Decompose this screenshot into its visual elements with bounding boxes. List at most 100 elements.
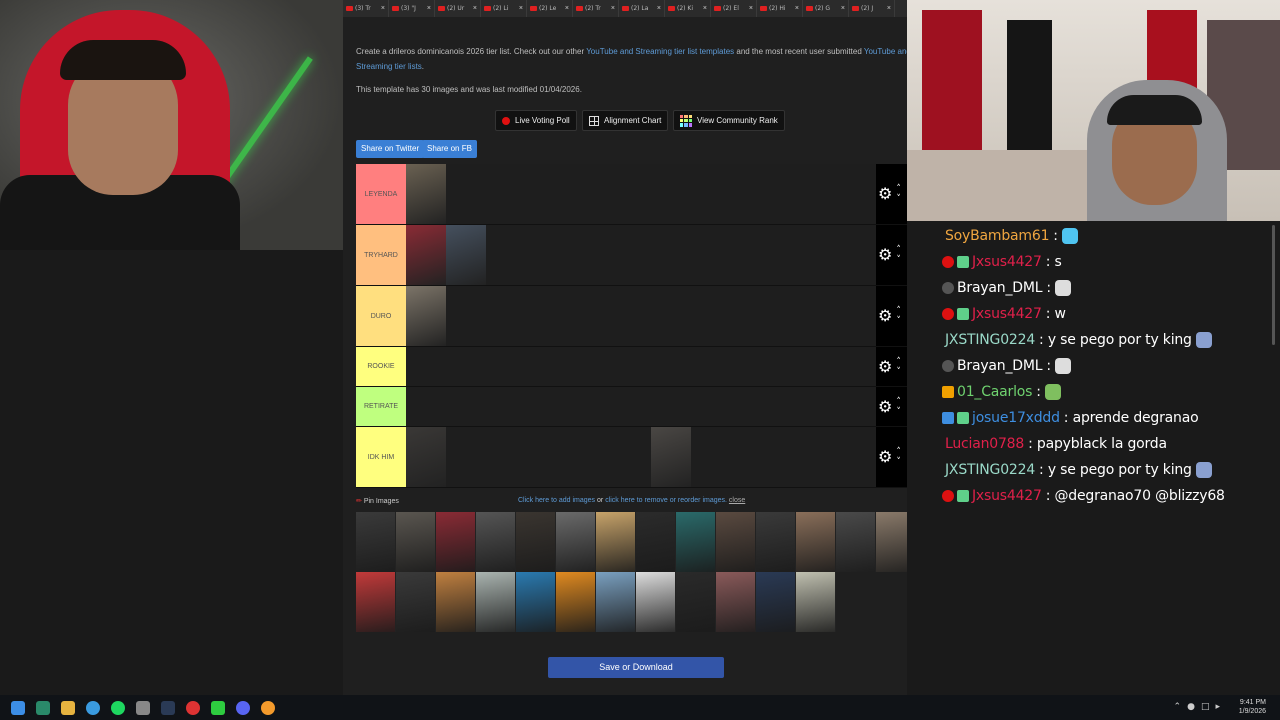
chat-username[interactable]: Jxsus4427 [972,254,1042,270]
pool-image[interactable] [756,512,796,572]
pool-image[interactable] [556,572,596,632]
chrome-icon[interactable] [261,700,275,715]
pool-image[interactable] [596,512,636,572]
browser-tab[interactable]: (2) Ur × [435,0,481,17]
steam-icon[interactable] [161,700,175,715]
pool-image[interactable] [356,572,396,632]
close-link[interactable]: close [729,497,745,504]
pool-image[interactable] [596,572,636,632]
store-icon[interactable] [36,700,50,715]
pool-image[interactable] [676,512,716,572]
tier-image[interactable] [651,427,691,487]
share-twitter-button[interactable]: Share on Twitter [356,140,425,158]
tier-label[interactable]: RETIRATE [356,387,406,426]
move-down-icon[interactable]: ˅ [896,367,901,377]
pool-image[interactable] [756,572,796,632]
pool-image[interactable] [516,512,556,572]
browser-icon[interactable] [86,700,100,715]
templates-link[interactable]: YouTube and Streaming tier list template… [586,47,734,56]
chat-username[interactable]: Brayan_DML [957,280,1043,296]
chat-username[interactable]: JXSTING0224 [945,332,1035,348]
pool-image[interactable] [716,572,756,632]
live-voting-poll-button[interactable]: Live Voting Poll [495,110,577,131]
browser-tab[interactable]: (2) Hi × [757,0,803,17]
tier-label[interactable]: TRYHARD [356,225,406,285]
pool-image[interactable] [796,572,836,632]
mic-icon[interactable]: ● [1187,702,1195,712]
browser-tab[interactable]: (3) Tr × [343,0,389,17]
move-up-icon[interactable]: ˄ [896,184,901,194]
discord-icon[interactable] [236,700,250,715]
close-tab-icon[interactable]: × [427,5,431,12]
browser-tab[interactable]: (3) "J × [389,0,435,17]
browser-tab[interactable]: (2) Ki × [665,0,711,17]
tier-image[interactable] [406,225,446,285]
gear-icon[interactable]: ⚙ [878,186,892,202]
move-up-icon[interactable]: ˄ [896,357,901,367]
gear-icon[interactable]: ⚙ [878,247,892,263]
view-community-rank-button[interactable]: View Community Rank [673,110,785,131]
move-down-icon[interactable]: ˅ [896,194,901,204]
gear-icon[interactable]: ⚙ [878,358,892,375]
move-up-icon[interactable]: ˄ [896,397,901,407]
network-icon[interactable]: □ [1201,702,1210,712]
pool-image[interactable] [396,572,436,632]
pool-image[interactable] [396,512,436,572]
close-tab-icon[interactable]: × [749,5,753,12]
tier-label[interactable]: DURO [356,286,406,346]
remove-images-link[interactable]: click here to remove or reorder images. [605,497,727,504]
browser-tab[interactable]: (2) Tr × [573,0,619,17]
browser-tab[interactable]: (2) J × [849,0,895,17]
close-tab-icon[interactable]: × [611,5,615,12]
chevron-up-icon[interactable]: ⌃ [1174,702,1182,712]
browser-tab[interactable]: (2) G × [803,0,849,17]
pool-image[interactable] [476,512,516,572]
close-tab-icon[interactable]: × [565,5,569,12]
tier-image[interactable] [446,225,486,285]
pool-image[interactable] [356,512,396,572]
alignment-chart-button[interactable]: Alignment Chart [582,110,669,131]
pen-icon[interactable] [136,700,150,715]
chat-username[interactable]: Jxsus4427 [972,488,1042,504]
gear-icon[interactable]: ⚙ [878,449,892,465]
folder-icon[interactable] [61,700,75,715]
browser-tab[interactable]: (2) Le × [527,0,573,17]
pool-image[interactable] [516,572,556,632]
pool-image[interactable] [436,512,476,572]
gear-icon[interactable]: ⚙ [878,308,892,324]
tier-image[interactable] [406,286,446,346]
tier-label[interactable]: LEYENDA [356,164,406,224]
recorder-icon[interactable] [186,700,200,715]
tier-label[interactable]: IDK HIM [356,427,406,487]
save-download-button[interactable]: Save or Download [548,657,724,678]
close-tab-icon[interactable]: × [381,5,385,12]
close-tab-icon[interactable]: × [657,5,661,12]
close-tab-icon[interactable]: × [519,5,523,12]
browser-tab[interactable]: (2) El × [711,0,757,17]
browser-tab[interactable]: (2) La × [619,0,665,17]
close-tab-icon[interactable]: × [703,5,707,12]
close-tab-icon[interactable]: × [473,5,477,12]
pool-image[interactable] [556,512,596,572]
pin-images-toggle[interactable]: Pin Images [364,498,399,505]
pool-image[interactable] [436,572,476,632]
game-icon[interactable] [211,700,225,715]
pool-image[interactable] [476,572,516,632]
close-tab-icon[interactable]: × [841,5,845,12]
chat-username[interactable]: JXSTING0224 [945,462,1035,478]
pool-image[interactable] [636,572,676,632]
tier-label[interactable]: ROOKIE [356,347,406,386]
move-up-icon[interactable]: ˄ [896,306,901,316]
chat-username[interactable]: SoyBambam61 [945,228,1049,244]
chat-username[interactable]: Brayan_DML [957,358,1043,374]
spotify-icon[interactable] [111,700,125,715]
pool-image[interactable] [796,512,836,572]
pool-image[interactable] [716,512,756,572]
close-tab-icon[interactable]: × [887,5,891,12]
pool-image[interactable] [636,512,676,572]
move-down-icon[interactable]: ˅ [896,407,901,417]
pool-image[interactable] [676,572,716,632]
tier-image[interactable] [406,164,446,224]
clock[interactable]: 9:41 PM 1/9/2026 [1239,698,1266,716]
add-images-link[interactable]: Click here to add images [518,497,595,504]
